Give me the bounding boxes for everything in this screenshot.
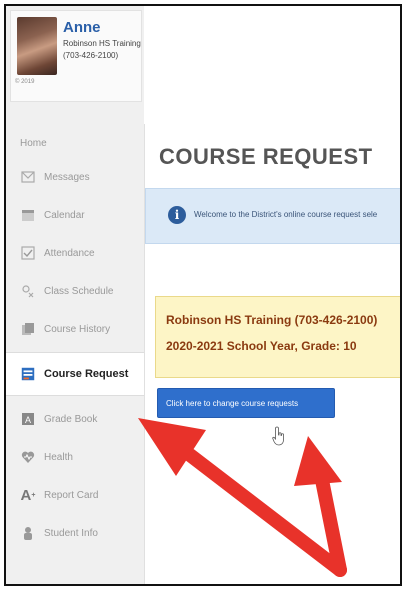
avatar xyxy=(17,17,57,75)
sidebar-item-health[interactable]: Health xyxy=(6,438,144,476)
sidebar-item-course-history[interactable]: Course History xyxy=(6,310,144,348)
main-content: COURSE REQUEST i Welcome to the District… xyxy=(144,124,400,584)
sidebar-item-attendance[interactable]: Attendance xyxy=(6,234,144,272)
info-banner: i Welcome to the District's online cours… xyxy=(145,188,400,244)
sidebar-item-label: Course History xyxy=(44,323,111,335)
gradebook-icon: A xyxy=(20,411,36,427)
calendar-icon xyxy=(20,207,36,223)
course-request-icon xyxy=(20,366,36,382)
schedule-icon xyxy=(20,283,36,299)
sidebar-item-class-schedule[interactable]: Class Schedule xyxy=(6,272,144,310)
sidebar-item-student-info[interactable]: Student Info xyxy=(6,514,144,552)
sidebar-item-label: Health xyxy=(44,451,73,463)
profile-school: Robinson HS Training xyxy=(63,39,141,48)
svg-text:A: A xyxy=(25,415,31,425)
checklist-icon xyxy=(20,245,36,261)
info-icon: i xyxy=(168,206,186,224)
sidebar-item-label: Course Request xyxy=(44,368,129,380)
sidebar-item-label: Calendar xyxy=(44,209,85,221)
sidebar-item-label: Messages xyxy=(44,171,90,183)
sidebar-item-grade-book[interactable]: A Grade Book xyxy=(6,400,144,438)
sidebar-item-calendar[interactable]: Calendar xyxy=(6,196,144,234)
school-year-line: 2020-2021 School Year, Grade: 10 xyxy=(166,339,357,353)
sidebar-item-label: Student Info xyxy=(44,527,98,539)
page-title: COURSE REQUEST xyxy=(159,144,373,169)
school-notice: Robinson HS Training (703-426-2100) 2020… xyxy=(155,296,400,378)
report-card-icon: A + xyxy=(20,486,36,504)
history-icon xyxy=(20,321,36,337)
change-course-requests-button[interactable]: Click here to change course requests xyxy=(157,388,335,418)
sidebar-item-course-request[interactable]: Course Request xyxy=(6,352,144,396)
nav-home[interactable]: Home xyxy=(20,138,47,149)
sidebar-item-messages[interactable]: Messages xyxy=(6,158,144,196)
sidebar-item-label: Class Schedule xyxy=(44,285,114,297)
screenshot-frame: © 2019 Anne Robinson HS Training (703-42… xyxy=(4,4,402,586)
profile-name: Anne xyxy=(63,19,101,36)
sidebar-item-label: Attendance xyxy=(44,247,95,259)
health-icon xyxy=(20,449,36,465)
sidebar: © 2019 Anne Robinson HS Training (703-42… xyxy=(6,6,144,584)
sidebar-item-label: Report Card xyxy=(44,489,99,501)
student-icon xyxy=(20,525,36,541)
school-name-line: Robinson HS Training (703-426-2100) xyxy=(166,313,378,327)
sidebar-item-label: Grade Book xyxy=(44,413,98,425)
avatar-caption: © 2019 xyxy=(15,79,35,85)
sidebar-item-report-card[interactable]: A + Report Card xyxy=(6,476,144,514)
profile-card[interactable]: © 2019 Anne Robinson HS Training (703-42… xyxy=(10,10,142,102)
profile-phone: (703-426-2100) xyxy=(63,51,119,60)
info-text: Welcome to the District's online course … xyxy=(194,210,378,219)
hand-cursor-icon xyxy=(272,426,284,446)
nav-list: Messages Calendar Attendance Class Sched… xyxy=(6,158,144,552)
envelope-icon xyxy=(20,169,36,185)
